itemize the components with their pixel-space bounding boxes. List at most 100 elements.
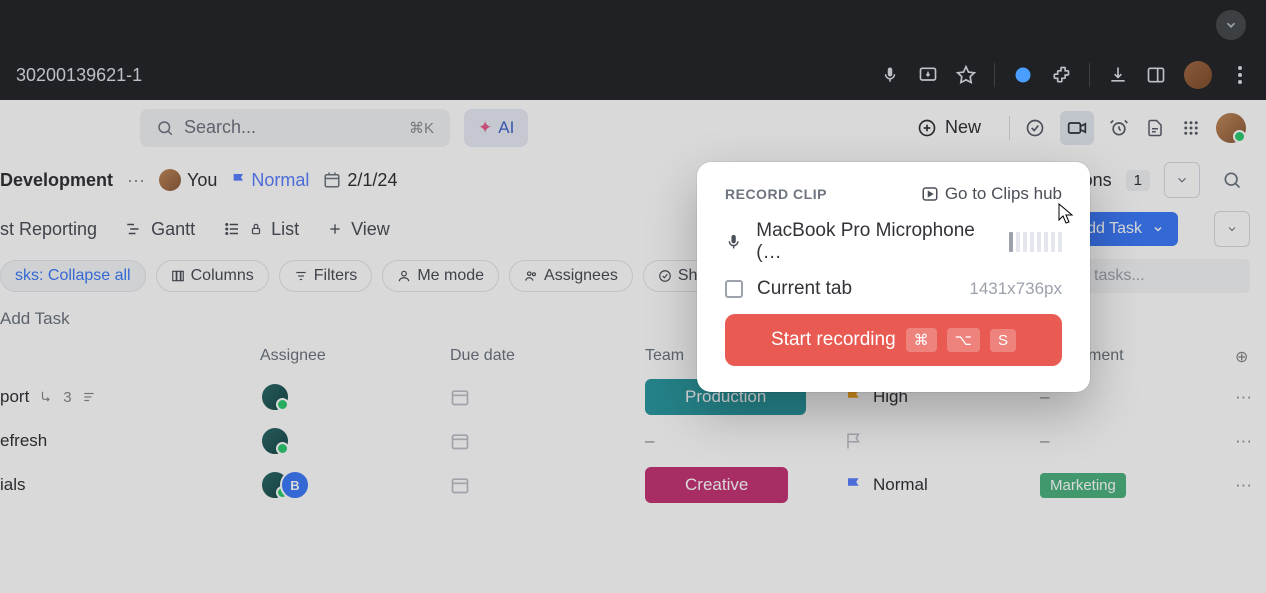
dept-cell[interactable]: – xyxy=(1040,431,1049,450)
priority-label: Normal xyxy=(251,170,309,191)
check-circle-icon xyxy=(658,269,672,283)
plus-icon xyxy=(327,221,343,237)
you-label: You xyxy=(187,170,217,191)
sidepanel-icon[interactable] xyxy=(1146,65,1166,85)
priority-label[interactable]: Normal xyxy=(873,475,928,495)
mic-icon xyxy=(725,233,742,251)
user-avatar[interactable] xyxy=(1216,113,1246,143)
popover-title: RECORD CLIP xyxy=(725,186,827,202)
divider xyxy=(1009,116,1010,140)
automations-count: 1 xyxy=(1126,170,1150,191)
desc-icon xyxy=(82,390,96,404)
tabs-dropdown[interactable] xyxy=(1216,10,1246,40)
space-name[interactable]: Development xyxy=(0,170,113,191)
task-name: efresh xyxy=(0,431,47,451)
calendar-icon[interactable] xyxy=(450,431,470,451)
calendar-icon xyxy=(323,171,341,189)
badge-icon[interactable] xyxy=(1013,65,1033,85)
alarm-icon[interactable] xyxy=(1108,117,1130,139)
lock-icon xyxy=(249,222,263,236)
view-list[interactable]: List xyxy=(223,219,299,240)
play-square-icon xyxy=(921,185,939,203)
view-search-button[interactable] xyxy=(1214,162,1250,198)
flag-icon xyxy=(845,476,863,494)
doc-icon[interactable] xyxy=(1144,117,1166,139)
add-view-button[interactable]: View xyxy=(327,219,390,240)
install-icon[interactable] xyxy=(918,65,938,85)
col-assignee[interactable]: Assignee xyxy=(260,347,450,367)
add-column[interactable]: ⊕ xyxy=(1235,347,1265,367)
search-shortcut: ⌘K xyxy=(409,119,434,137)
chevron-down-icon xyxy=(1152,223,1164,235)
mic-icon[interactable] xyxy=(880,65,900,85)
table-row[interactable]: ials B Creative Normal Marketing ··· xyxy=(0,463,1266,507)
url-fragment: 30200139621-1 xyxy=(16,65,142,86)
calendar-icon[interactable] xyxy=(450,475,470,495)
key-cmd: ⌘ xyxy=(906,328,937,352)
ai-button[interactable]: ✦ AI xyxy=(464,109,528,147)
people-icon xyxy=(524,269,538,283)
view-gantt[interactable]: Gantt xyxy=(125,219,195,240)
flag-icon[interactable] xyxy=(845,432,863,450)
assignee-avatar-b[interactable]: B xyxy=(280,470,310,500)
start-recording-button[interactable]: Start recording ⌘ ⌥ S xyxy=(725,314,1062,366)
divider xyxy=(994,63,995,87)
search-placeholder: Search... xyxy=(184,117,256,138)
browser-tab-strip xyxy=(0,0,1266,50)
row-more[interactable]: ··· xyxy=(1235,431,1265,451)
key-s: S xyxy=(990,329,1016,352)
more-icon[interactable] xyxy=(1230,65,1250,85)
app-header: Search... ⌘K ✦ AI New xyxy=(0,100,1266,155)
team-tag[interactable]: Creative xyxy=(645,467,788,503)
video-icon[interactable] xyxy=(1060,111,1094,145)
more-dots[interactable]: ··· xyxy=(127,170,145,191)
star-icon[interactable] xyxy=(956,65,976,85)
team-cell[interactable]: – xyxy=(645,431,654,450)
search-tasks-input[interactable]: tasks... xyxy=(1080,259,1250,293)
app-content: Search... ⌘K ✦ AI New Development ··· Yo… xyxy=(0,100,1266,593)
search-icon xyxy=(156,119,174,137)
filter-icon xyxy=(294,269,308,283)
date-label: 2/1/24 xyxy=(347,170,397,191)
list-icon xyxy=(223,220,241,238)
table-row[interactable]: efresh – – ··· xyxy=(0,419,1266,463)
avatar-icon xyxy=(159,169,181,191)
record-clip-popover: RECORD CLIP Go to Clips hub MacBook Pro … xyxy=(697,162,1090,392)
collapse-chip[interactable]: sks: Collapse all xyxy=(0,260,146,292)
extensions-icon[interactable] xyxy=(1051,65,1071,85)
calendar-icon[interactable] xyxy=(450,387,470,407)
mic-label: MacBook Pro Microphone (… xyxy=(756,220,995,264)
row-more[interactable]: ··· xyxy=(1235,387,1265,407)
checkbox[interactable] xyxy=(725,280,743,298)
row-more[interactable]: ··· xyxy=(1235,475,1265,495)
profile-avatar[interactable] xyxy=(1184,61,1212,89)
dropdown-button[interactable] xyxy=(1164,162,1200,198)
more-options-button[interactable] xyxy=(1214,211,1250,247)
divider xyxy=(1089,63,1090,87)
key-opt: ⌥ xyxy=(947,328,980,352)
apps-icon[interactable] xyxy=(1180,117,1202,139)
view-reporting[interactable]: st Reporting xyxy=(0,219,97,240)
assignees-chip[interactable]: Assignees xyxy=(509,260,633,292)
me-mode-chip[interactable]: Me mode xyxy=(382,260,499,292)
tab-label: Current tab xyxy=(757,278,852,300)
resolution: 1431x736px xyxy=(969,279,1062,299)
columns-chip[interactable]: Columns xyxy=(156,260,269,292)
tasks-icon[interactable] xyxy=(1024,117,1046,139)
date-pill[interactable]: 2/1/24 xyxy=(323,170,397,191)
search-input[interactable]: Search... ⌘K xyxy=(140,109,450,147)
plus-circle-icon xyxy=(917,118,937,138)
filters-chip[interactable]: Filters xyxy=(279,260,373,292)
priority-pill[interactable]: Normal xyxy=(231,170,309,191)
col-due-date[interactable]: Due date xyxy=(450,347,645,367)
new-button[interactable]: New xyxy=(917,117,981,138)
tab-row[interactable]: Current tab 1431x736px xyxy=(725,278,1062,300)
mic-row[interactable]: MacBook Pro Microphone (… xyxy=(725,220,1062,264)
dept-tag[interactable]: Marketing xyxy=(1040,473,1126,498)
download-icon[interactable] xyxy=(1108,65,1128,85)
clips-hub-link[interactable]: Go to Clips hub xyxy=(921,184,1062,204)
assignee-avatar[interactable] xyxy=(260,426,290,456)
new-label: New xyxy=(945,117,981,138)
assignee-pill[interactable]: You xyxy=(159,169,217,191)
assignee-avatar[interactable] xyxy=(260,382,290,412)
